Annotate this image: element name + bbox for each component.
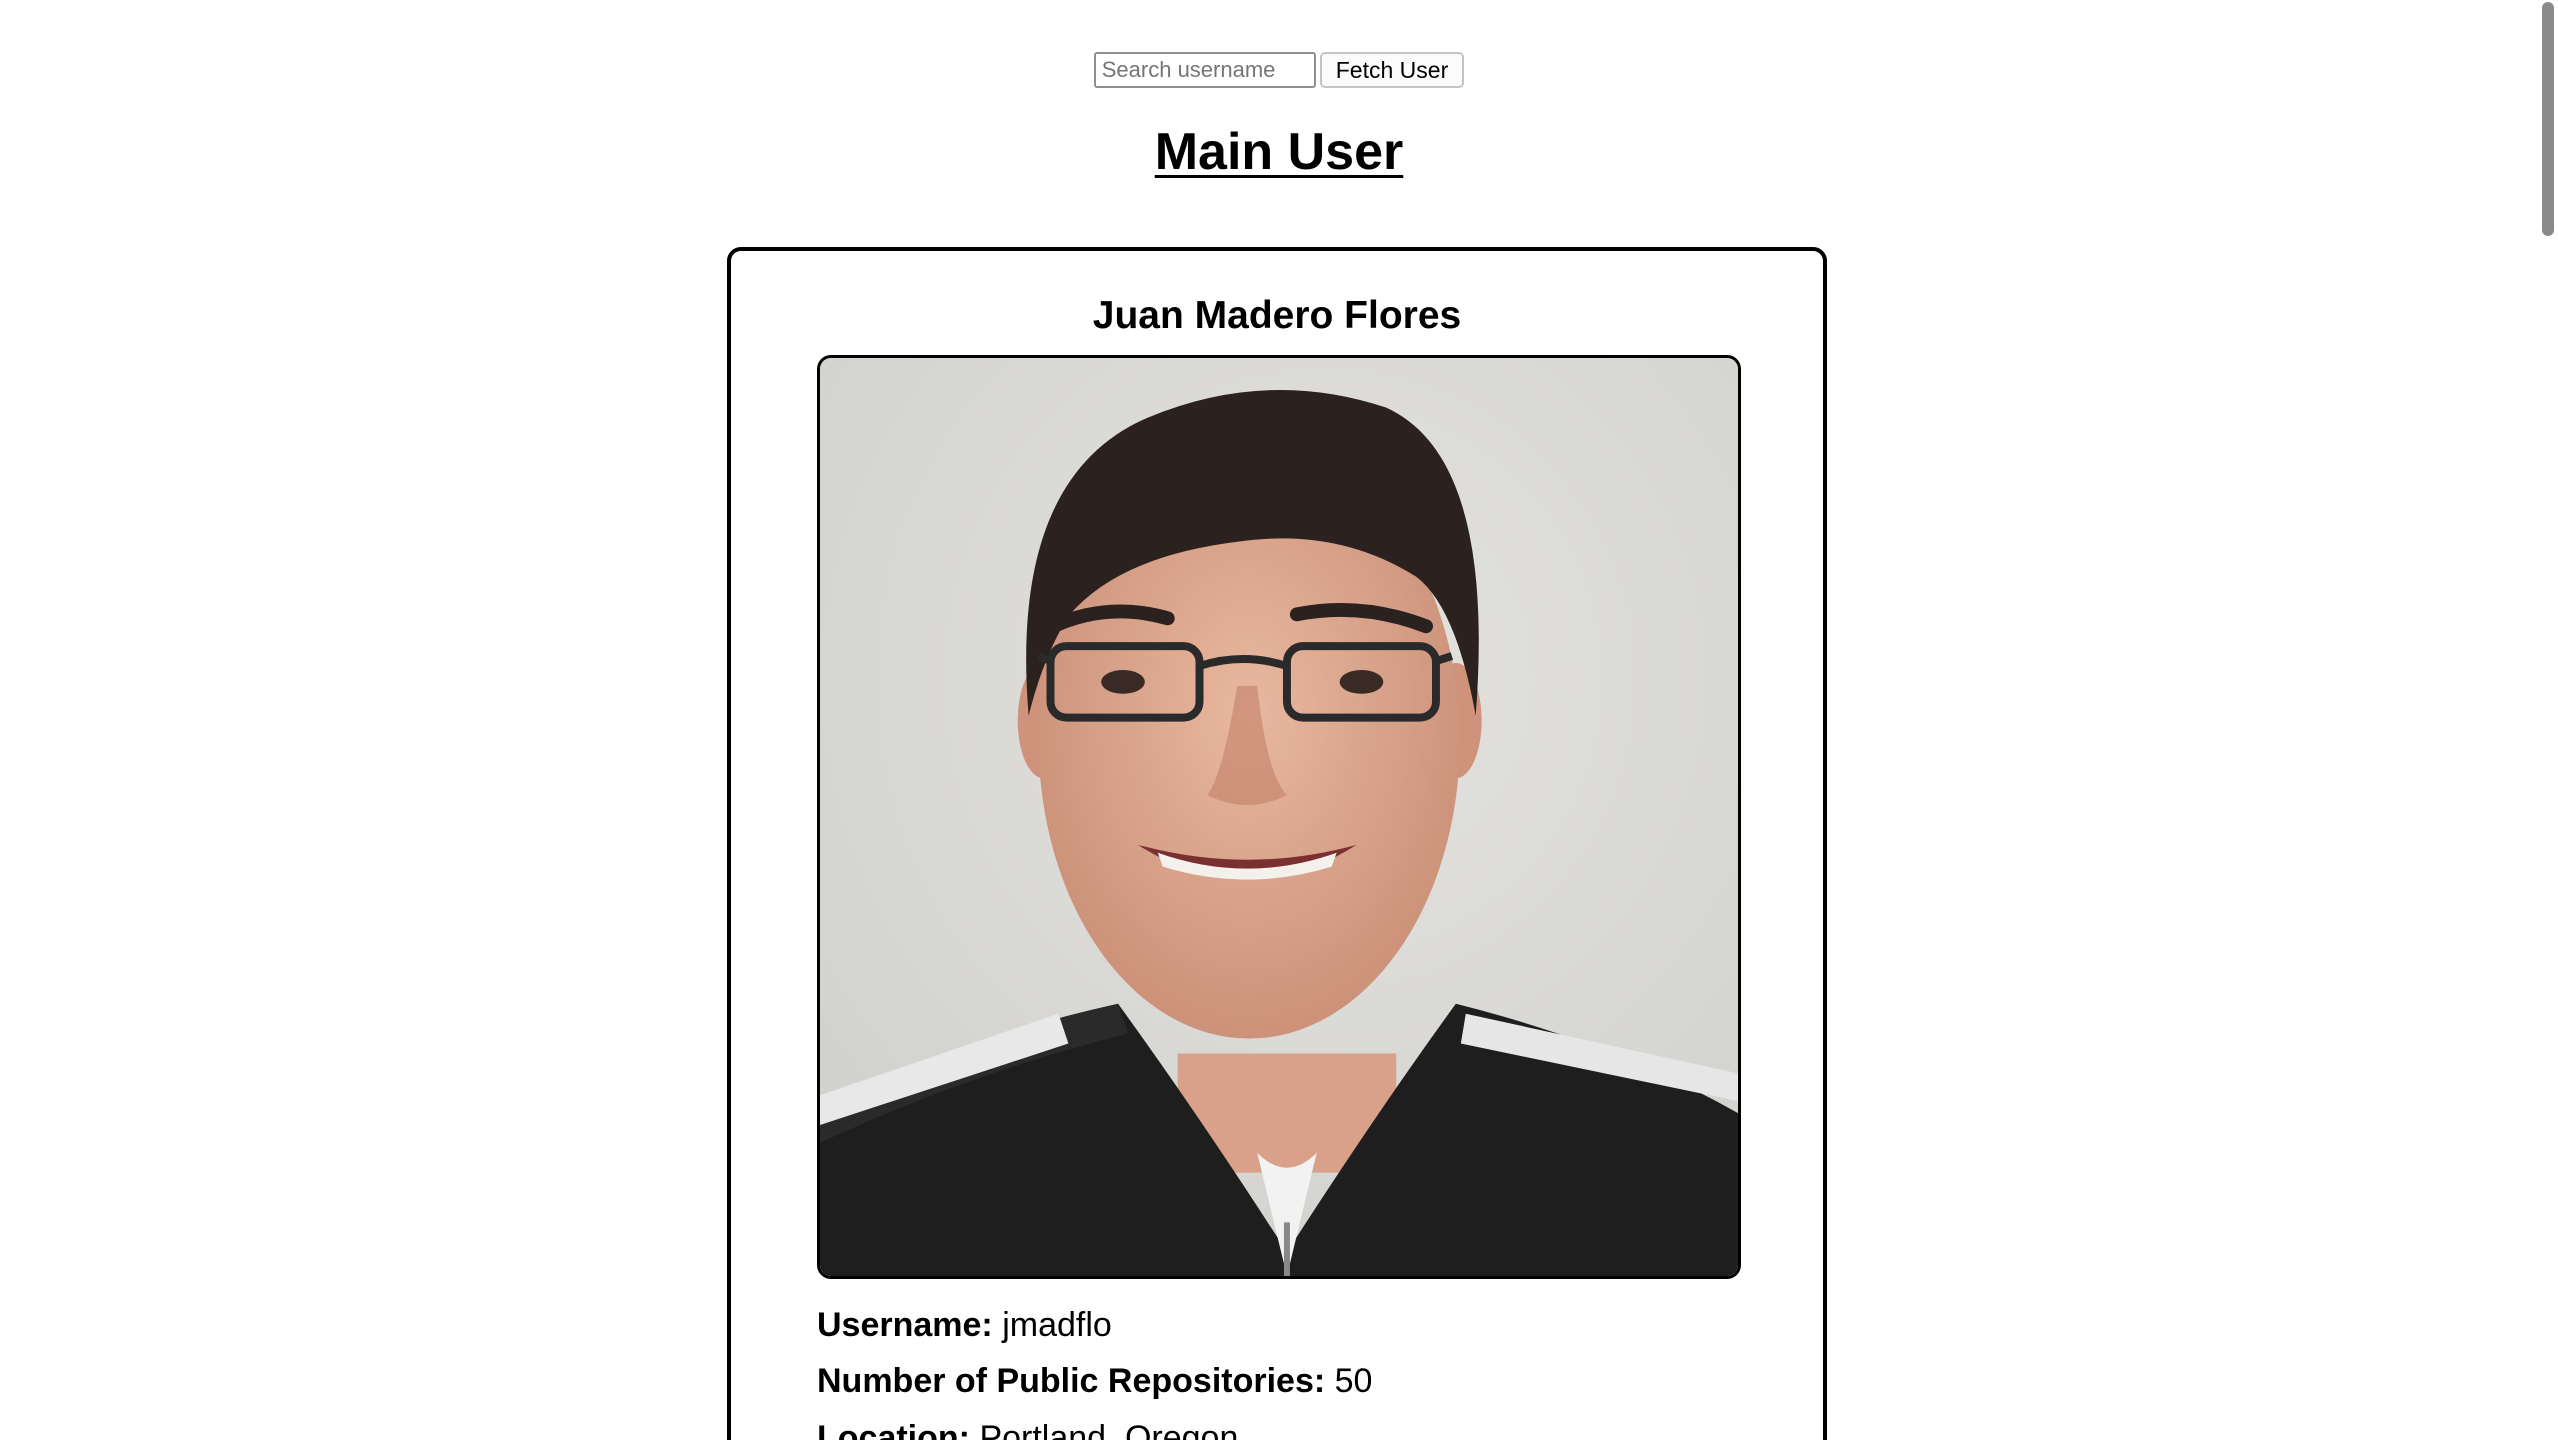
location-value: Portland, Oregon [979, 1419, 1239, 1440]
avatar [817, 355, 1741, 1279]
scrollbar-thumb[interactable] [2542, 2, 2554, 236]
fetch-user-button[interactable]: Fetch User [1319, 52, 1465, 88]
user-name: Juan Madero Flores [1092, 294, 1462, 337]
avatar-photo [820, 358, 1738, 1276]
username-value: jmadflo [1002, 1306, 1112, 1344]
user-card: Juan Madero Flores Username: jmadflo Num… [727, 247, 1827, 1440]
location-line: Location: Portland, Oregon [817, 1419, 1238, 1440]
repos-value: 50 [1334, 1362, 1373, 1400]
search-bar: Fetch User [0, 52, 2558, 88]
page: Fetch User Main User Juan Madero Flores [0, 0, 2558, 1440]
repos-line: Number of Public Repositories: 50 [817, 1362, 1372, 1401]
username-line: Username: jmadflo [817, 1306, 1112, 1345]
repos-label: Number of Public Repositories: [817, 1362, 1326, 1400]
scrollbar[interactable] [2536, 0, 2558, 1440]
location-label: Location: [817, 1419, 970, 1440]
username-label: Username: [817, 1306, 993, 1344]
page-title: Main User [1154, 123, 1404, 181]
search-input[interactable] [1093, 52, 1316, 88]
